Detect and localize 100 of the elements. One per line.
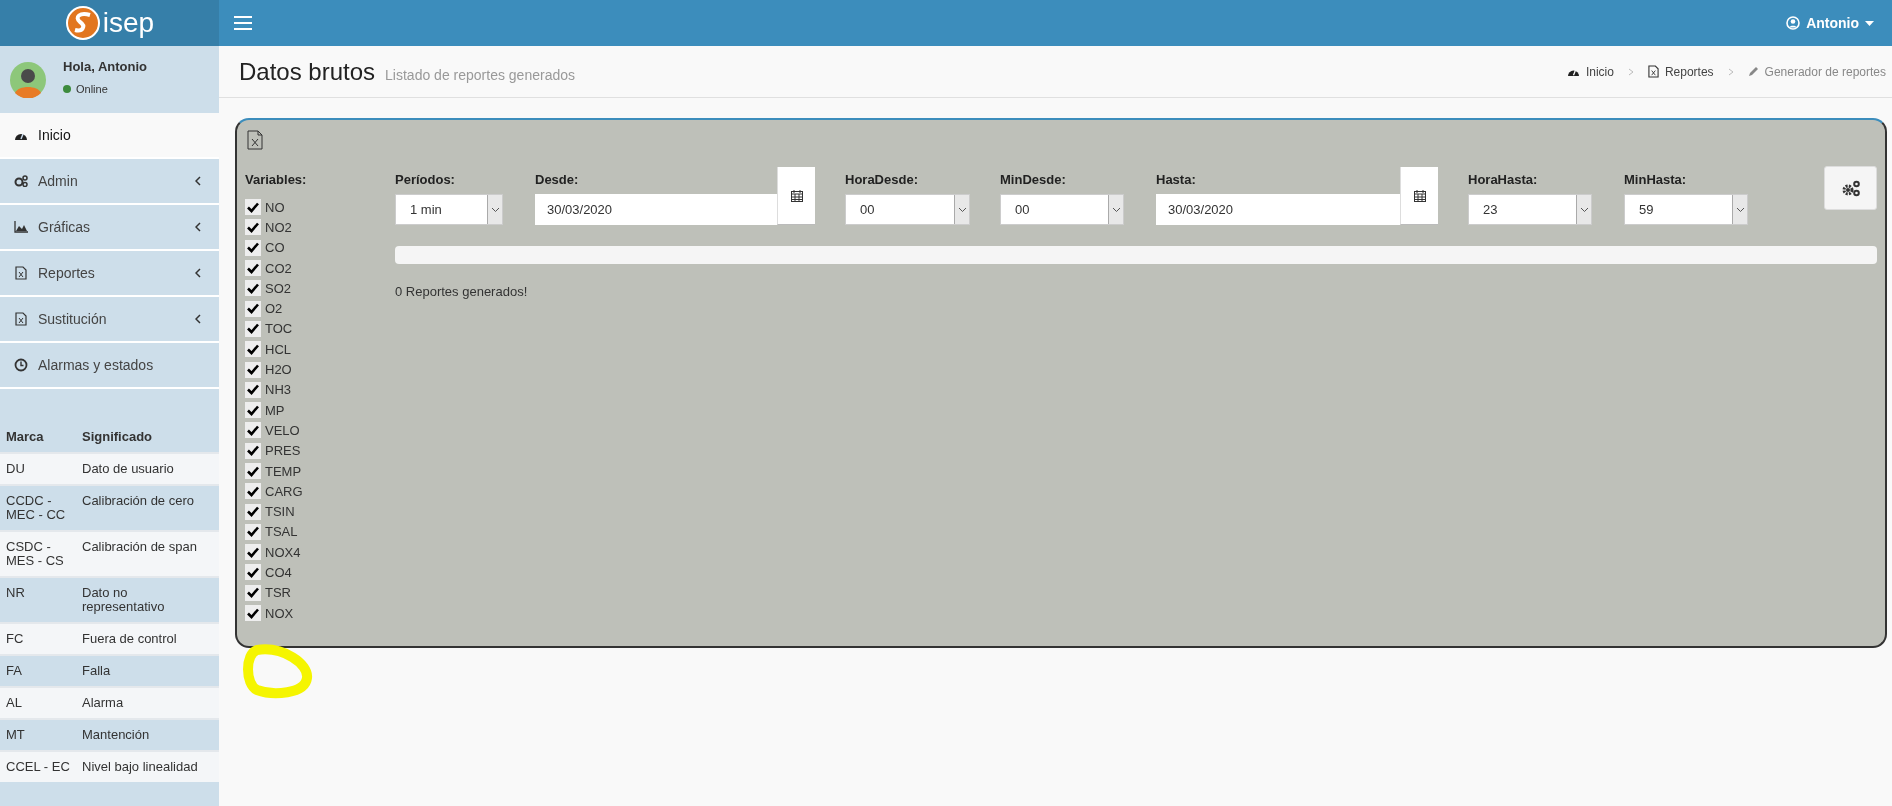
- calendar-icon: [1413, 189, 1426, 202]
- variable-checkbox[interactable]: TOC: [245, 318, 395, 340]
- variable-checkbox[interactable]: TSAL: [245, 521, 395, 543]
- breadcrumb-link[interactable]: Generador de reportes: [1747, 64, 1886, 79]
- calendar-button[interactable]: [777, 167, 815, 225]
- checkmark-icon: [247, 303, 259, 315]
- legend-cell: AL: [0, 687, 76, 719]
- calendar-icon: [790, 189, 803, 202]
- variable-checkbox[interactable]: CO2: [245, 257, 395, 279]
- chevron-down-icon: [1111, 206, 1121, 213]
- user-status: Online: [76, 82, 108, 95]
- variable-checkbox[interactable]: NH3: [245, 379, 395, 400]
- field-label: Hasta:: [1156, 172, 1197, 187]
- settings-button[interactable]: [1824, 166, 1877, 210]
- calendar-button[interactable]: [1400, 167, 1438, 225]
- spreadsheet-file-icon: [1647, 65, 1659, 78]
- legend-cell: Nivel bajo linealidad: [76, 751, 219, 782]
- clock-icon: [14, 358, 28, 372]
- date-input[interactable]: 30/03/2020: [1156, 194, 1400, 225]
- legend-cell: Calibración de cero: [76, 485, 219, 531]
- checkmark-icon: [247, 282, 259, 294]
- variable-checkbox[interactable]: NO2: [245, 217, 395, 238]
- dropdown[interactable]: 1 min: [395, 194, 503, 225]
- legend-cell: NR: [0, 577, 76, 623]
- checkmark-icon: [247, 221, 259, 233]
- legend-cell: Dato de usuario: [76, 453, 219, 485]
- checkmark-icon: [247, 465, 259, 477]
- menu-icon: [234, 16, 252, 30]
- page-title: Datos brutos: [239, 57, 376, 86]
- checkmark-icon: [247, 506, 259, 518]
- breadcrumb-link[interactable]: Inicio: [1566, 64, 1614, 79]
- spreadsheet-file-icon: [14, 312, 28, 326]
- dropdown[interactable]: 00: [845, 194, 970, 225]
- variable-checkbox[interactable]: HCL: [245, 339, 395, 360]
- sidebar-menu-item[interactable]: Inicio: [0, 113, 219, 159]
- variable-checkbox[interactable]: O2: [245, 298, 395, 319]
- breadcrumb-separator-icon: [1627, 67, 1634, 76]
- date-input[interactable]: 30/03/2020: [535, 194, 777, 225]
- field-label: MinHasta:: [1624, 172, 1688, 187]
- user-icon: [1786, 16, 1801, 30]
- checkmark-icon: [247, 424, 259, 436]
- checkmark-icon: [247, 404, 259, 416]
- checkmark-icon: [247, 587, 259, 599]
- legend-cell: MT: [0, 719, 76, 751]
- page-subtitle: Listado de reportes generados: [385, 66, 575, 83]
- legend-cell: Alarma: [76, 687, 219, 719]
- highlight-scribble: [243, 644, 315, 700]
- variable-checkbox[interactable]: H2O: [245, 359, 395, 380]
- pencil-icon: [1747, 66, 1759, 77]
- field-label: Períodos:: [395, 172, 456, 187]
- checkmark-icon: [247, 343, 259, 355]
- variable-checkbox[interactable]: TSIN: [245, 501, 395, 522]
- legend-cell: Calibración de span: [76, 531, 219, 577]
- checkmark-icon: [247, 567, 259, 578]
- variable-checkbox[interactable]: MP: [245, 399, 395, 421]
- field-label: Desde:: [535, 172, 580, 187]
- chevron-down-icon: [1579, 206, 1589, 213]
- dropdown[interactable]: 23: [1468, 194, 1592, 225]
- field-label: MinDesde:: [1000, 172, 1067, 187]
- gears-icon: [1840, 179, 1861, 197]
- variable-checkbox[interactable]: NOX: [245, 602, 395, 624]
- legend-cell: CSDC - MES - CS: [0, 531, 76, 577]
- variable-checkbox[interactable]: NO: [245, 197, 395, 218]
- variable-checkbox[interactable]: CO4: [245, 562, 395, 583]
- legend-cell: CCDC - MEC - CC: [0, 485, 76, 531]
- gears-icon: [14, 175, 28, 187]
- checkmark-icon: [247, 607, 259, 619]
- dropdown[interactable]: 59: [1624, 194, 1748, 225]
- variable-checkbox[interactable]: NOX4: [245, 542, 395, 563]
- breadcrumb-link[interactable]: Reportes: [1647, 64, 1714, 79]
- variable-checkbox[interactable]: TSR: [245, 582, 395, 603]
- variable-checkbox[interactable]: CO: [245, 237, 395, 258]
- chevron-left-icon: [195, 268, 201, 278]
- variable-checkbox[interactable]: VELO: [245, 420, 395, 441]
- checkmark-icon: [247, 364, 259, 375]
- legend-cell: CCEL - EC: [0, 751, 76, 782]
- user-greeting: Hola, Antonio: [63, 58, 147, 74]
- checkmark-icon: [247, 546, 259, 558]
- checkmark-icon: [247, 485, 259, 497]
- spreadsheet-file-icon: [14, 266, 28, 280]
- legend-cell: Falla: [76, 655, 219, 687]
- spreadsheet-file-icon: [247, 130, 263, 150]
- checkmark-icon: [247, 384, 259, 396]
- dropdown[interactable]: 00: [1000, 194, 1124, 225]
- checkmark-icon: [247, 242, 259, 254]
- user-menu[interactable]: Antonio: [1780, 9, 1880, 37]
- field-label: HoraDesde:: [845, 172, 919, 187]
- caret-down-icon: [1865, 20, 1874, 26]
- checkmark-icon: [247, 526, 259, 538]
- brand-name: isep: [102, 7, 155, 39]
- breadcrumb-separator-icon: [1727, 67, 1734, 76]
- chevron-down-icon: [957, 206, 967, 213]
- legend-cell: FC: [0, 623, 76, 655]
- avatar-icon: [10, 61, 46, 98]
- variable-checkbox[interactable]: CARG: [245, 481, 395, 502]
- checkmark-icon: [247, 323, 259, 335]
- variable-checkbox[interactable]: SO2: [245, 278, 395, 299]
- legend-cell: FA: [0, 655, 76, 687]
- variable-checkbox[interactable]: PRES: [245, 440, 395, 461]
- variable-checkbox[interactable]: TEMP: [245, 460, 395, 482]
